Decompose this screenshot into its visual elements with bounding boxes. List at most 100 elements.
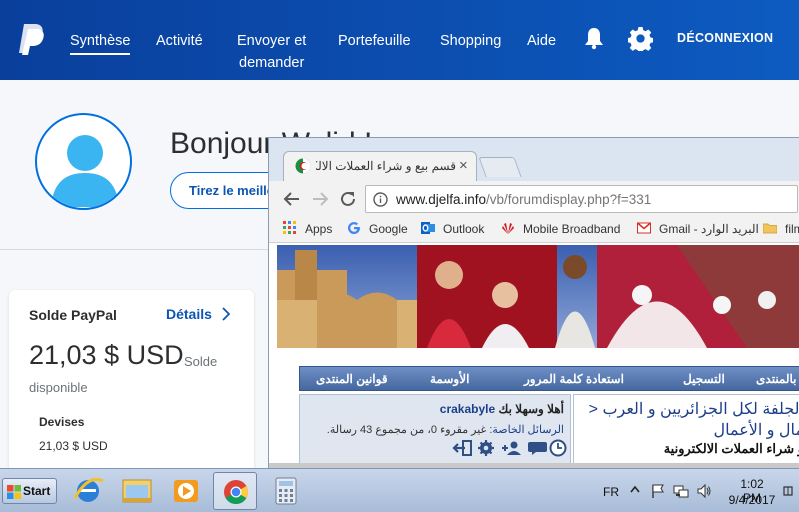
nav-envoyer-line2: demander xyxy=(239,55,305,71)
huawei-icon xyxy=(502,223,514,234)
forum-nav-rules[interactable]: قوانين المنتدى xyxy=(316,372,388,386)
start-label: Start xyxy=(23,484,51,498)
balance-available-label-2: disponible xyxy=(29,380,88,395)
currencies-title: Devises xyxy=(39,415,85,429)
add-friend-icon[interactable] xyxy=(502,441,521,456)
calculator-icon xyxy=(275,477,297,505)
private-messages-count: غير مقروء 0، من مجموع 43 رسالة. xyxy=(326,424,490,436)
tab-close-icon[interactable]: × xyxy=(459,157,468,174)
bookmark-google-label: Google xyxy=(369,222,408,236)
outlook-icon xyxy=(421,222,435,234)
media-player-icon xyxy=(174,480,198,502)
welcome-prefix: أهلا وسهلا بك xyxy=(495,402,565,416)
djelfa-favicon-icon xyxy=(295,158,311,174)
breadcrumb-current: و شراء العملات الالكترونية xyxy=(663,441,799,456)
taskbar-file-explorer[interactable] xyxy=(115,472,159,510)
bookmark-apps-label: Apps xyxy=(305,222,333,236)
logout-link[interactable]: DÉCONNEXION xyxy=(677,31,773,45)
private-messages-link[interactable]: الرسائل الخاصة: xyxy=(489,424,564,436)
nav-activite[interactable]: Activité xyxy=(156,30,203,52)
balance-available-label: Solde xyxy=(184,354,218,369)
bookmark-film-label: film xyxy=(785,222,799,236)
bookmark-gmail-label: Gmail - البريد الوارد xyxy=(659,222,759,236)
bookmark-film[interactable]: film xyxy=(763,221,799,239)
google-icon xyxy=(348,222,361,235)
taskbar-media-player[interactable] xyxy=(164,472,208,510)
welcome-username[interactable]: crakabyle xyxy=(440,402,495,416)
clock-date[interactable]: 9/4/2017 xyxy=(724,493,780,507)
breadcrumb-section[interactable]: مال و الأعمال xyxy=(713,420,799,440)
balance-amount: 21,03 $ USD xyxy=(29,340,184,370)
settings-gear-icon[interactable] xyxy=(478,440,494,456)
nav-portefeuille[interactable]: Portefeuille xyxy=(338,30,411,52)
bookmark-mobile-broadband[interactable]: Mobile Broadband xyxy=(501,221,620,239)
chrome-window: قسم بيع و شراء العملات الالكترونية × www… xyxy=(268,137,799,468)
nav-aide[interactable]: Aide xyxy=(527,30,556,52)
forum-nav-recover-password[interactable]: استعادة كلمة المرور xyxy=(524,372,624,386)
url-text: www.djelfa.info/vb/forumdisplay.php?f=33… xyxy=(396,192,651,207)
nav-synthese[interactable]: Synthèse xyxy=(70,30,131,55)
show-desktop-icon[interactable] xyxy=(781,483,795,499)
file-explorer-icon xyxy=(122,479,152,503)
bookmark-gmail[interactable]: Gmail - البريد الوارد xyxy=(637,221,759,239)
start-button[interactable]: Start xyxy=(2,478,57,504)
forum-nav-medals[interactable]: الأوسمة xyxy=(430,372,469,386)
clock-icon[interactable] xyxy=(549,439,567,457)
details-link[interactable]: Détails xyxy=(166,306,212,322)
show-hidden-icons-icon[interactable] xyxy=(630,483,640,497)
bookmark-outlook[interactable]: Outlook xyxy=(421,221,484,239)
bookmark-apps[interactable]: Apps xyxy=(283,221,332,239)
taskbar-internet-explorer[interactable] xyxy=(66,472,110,510)
action-center-flag-icon[interactable] xyxy=(650,483,666,499)
bell-icon[interactable] xyxy=(582,26,606,50)
forum-nav-forum[interactable]: بالمنتدى xyxy=(756,372,797,386)
tab-title: قسم بيع و شراء العملات الالكترونية xyxy=(316,159,456,173)
nav-envoyer-demander[interactable]: Envoyer et demander xyxy=(237,30,306,74)
welcome-text: أهلا وسهلا بك crakabyle xyxy=(440,402,564,416)
paypal-logo-icon[interactable] xyxy=(16,22,46,56)
windows-logo-icon xyxy=(7,485,21,499)
balance-card: Solde PayPal Détails 21,03 $ USD Solde d… xyxy=(9,290,254,490)
paypal-header: Synthèse Activité Envoyer et demander Po… xyxy=(0,0,799,80)
taskbar-calculator[interactable] xyxy=(264,472,308,510)
page-info-icon[interactable] xyxy=(373,192,388,207)
address-bar[interactable]: www.djelfa.info/vb/forumdisplay.php?f=33… xyxy=(365,185,798,213)
forum-nav-bar: قوانين المنتدى الأوسمة استعادة كلمة المر… xyxy=(299,366,799,391)
nav-shopping[interactable]: Shopping xyxy=(440,30,501,52)
browser-tab[interactable]: قسم بيع و شراء العملات الالكترونية × xyxy=(283,151,477,181)
chrome-icon xyxy=(224,480,249,505)
gmail-icon xyxy=(637,222,651,234)
bookmark-mobile-broadband-label: Mobile Broadband xyxy=(523,222,621,236)
chevron-right-icon[interactable] xyxy=(221,307,230,321)
language-indicator[interactable]: FR xyxy=(603,485,619,499)
apps-grid-icon xyxy=(283,221,296,234)
web-content: قوانين المنتدى الأوسمة استعادة كلمة المر… xyxy=(269,243,799,468)
user-silhouette-icon xyxy=(51,135,119,207)
nav-envoyer-line1: Envoyer et xyxy=(237,33,307,49)
section-divider xyxy=(0,249,270,250)
taskbar-chrome[interactable] xyxy=(213,472,257,510)
currency-row: 21,03 $ USD xyxy=(39,439,108,453)
logout-icon[interactable] xyxy=(452,440,472,456)
url-host: www.djelfa.info xyxy=(396,192,487,207)
balance-title: Solde PayPal xyxy=(29,307,117,323)
forward-arrow-icon[interactable] xyxy=(311,190,329,208)
reload-icon[interactable] xyxy=(339,190,357,208)
new-tab-button[interactable] xyxy=(478,157,522,177)
forum-nav-register[interactable]: التسجيل xyxy=(683,372,725,386)
bookmark-google[interactable]: Google xyxy=(347,221,408,239)
back-arrow-icon[interactable] xyxy=(283,190,301,208)
private-messages-info: الرسائل الخاصة: غير مقروء 0، من مجموع 43… xyxy=(327,423,564,436)
browser-toolbar: www.djelfa.info/vb/forumdisplay.php?f=33… xyxy=(269,181,799,217)
chat-icon[interactable] xyxy=(528,442,547,455)
breadcrumb-forum-home[interactable]: الجلفة لكل الجزائريين و العرب < xyxy=(589,399,799,419)
forum-banner-image xyxy=(277,245,799,348)
gear-icon[interactable] xyxy=(628,26,653,51)
internet-explorer-icon xyxy=(73,477,104,502)
url-path: /vb/forumdisplay.php?f=331 xyxy=(486,192,652,207)
user-action-icons xyxy=(452,439,567,457)
network-icon[interactable] xyxy=(673,483,689,499)
volume-icon[interactable] xyxy=(696,483,712,499)
bookmarks-bar: Apps Google Outlook Mobile Broadband Gma… xyxy=(269,217,799,243)
avatar[interactable] xyxy=(35,113,132,210)
